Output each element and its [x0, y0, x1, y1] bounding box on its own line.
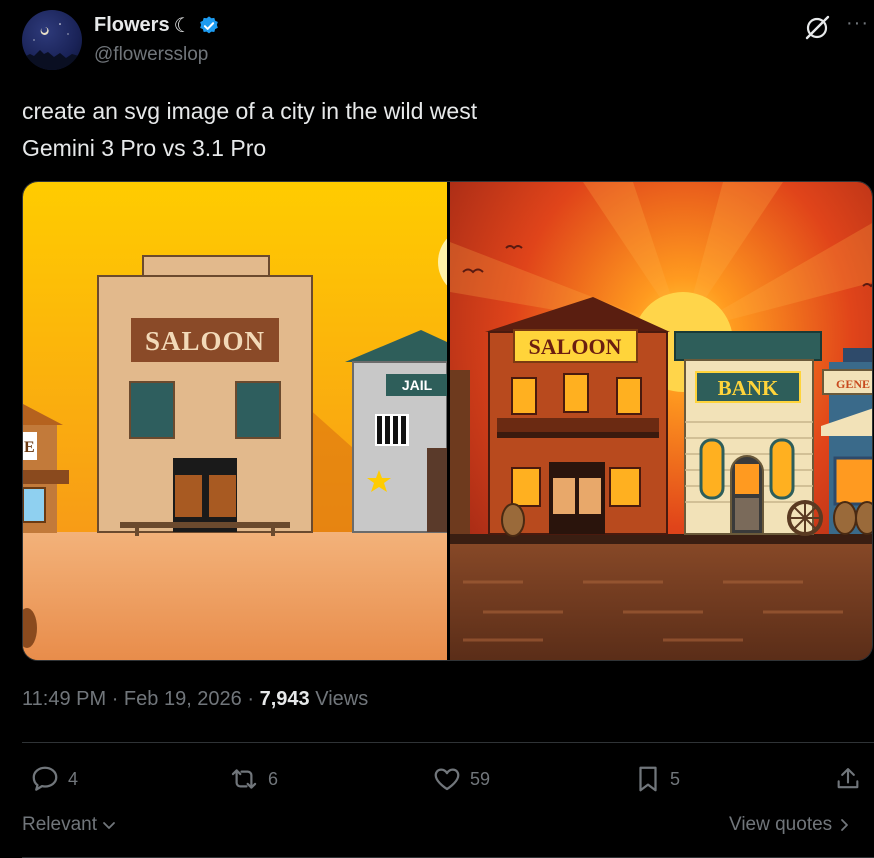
bookmark-count: 5	[670, 768, 681, 789]
left-jail-sign: JAIL	[402, 377, 433, 393]
chevron-right-icon	[838, 817, 852, 833]
tweet-meta: 11:49 PM · Feb 19, 2026 · 7,943 Views	[22, 688, 368, 711]
more-options-icon[interactable]: ···	[846, 12, 869, 35]
tweet-time[interactable]: 11:49 PM	[22, 688, 106, 710]
tweet-text: create an svg image of a city in the wil…	[22, 93, 477, 167]
tweet-text-line2: Gemini 3 Pro vs 3.1 Pro	[22, 135, 267, 161]
repost-button[interactable]: 6	[228, 764, 278, 794]
author-handle[interactable]: @flowersslop	[94, 44, 208, 66]
avatar[interactable]	[22, 10, 82, 70]
verified-badge-icon	[198, 15, 220, 37]
right-illustration: SALOON BANK GENE	[450, 182, 872, 660]
reply-sort-dropdown[interactable]: Relevant	[22, 814, 117, 836]
reply-icon	[30, 764, 60, 794]
left-illustration: E SALOON JAIL	[23, 182, 508, 660]
tweet-text-line1: create an svg image of a city in the wil…	[22, 98, 478, 124]
left-partial-sign-text: E	[24, 439, 35, 456]
views-count[interactable]: 7,943	[260, 688, 310, 710]
bookmark-button[interactable]: 5	[634, 764, 680, 794]
moon-icon: ☾	[173, 15, 192, 37]
meta-separator: ·	[247, 688, 255, 710]
bookmark-icon	[634, 764, 662, 794]
share-icon	[834, 764, 862, 794]
sort-label: Relevant	[22, 814, 97, 835]
grok-icon[interactable]	[803, 14, 831, 42]
reply-button[interactable]: 4	[30, 764, 78, 794]
divider	[22, 742, 874, 743]
right-general-sign: GENE	[836, 377, 870, 391]
chevron-down-icon	[101, 817, 117, 833]
author-name[interactable]: Flowers	[94, 14, 170, 37]
author-name-row[interactable]: Flowers ☾	[94, 13, 220, 38]
right-bank-sign: BANK	[718, 376, 779, 400]
views-label: Views	[315, 688, 369, 710]
reply-count: 4	[68, 768, 79, 789]
heart-icon	[432, 764, 462, 794]
like-button[interactable]: 59	[432, 764, 490, 794]
meta-separator: ·	[111, 688, 119, 710]
tweet-media[interactable]: E SALOON JAIL SALOON BANK GENE	[22, 181, 873, 661]
share-button[interactable]	[834, 764, 862, 794]
view-quotes-link[interactable]: View quotes	[729, 814, 852, 836]
right-saloon-sign: SALOON	[529, 334, 622, 359]
left-saloon-sign: SALOON	[145, 326, 265, 356]
like-count: 59	[470, 768, 491, 789]
tweet-date[interactable]: Feb 19, 2026	[124, 688, 242, 710]
repost-count: 6	[268, 768, 279, 789]
repost-icon	[228, 764, 260, 794]
view-quotes-label: View quotes	[729, 814, 833, 835]
